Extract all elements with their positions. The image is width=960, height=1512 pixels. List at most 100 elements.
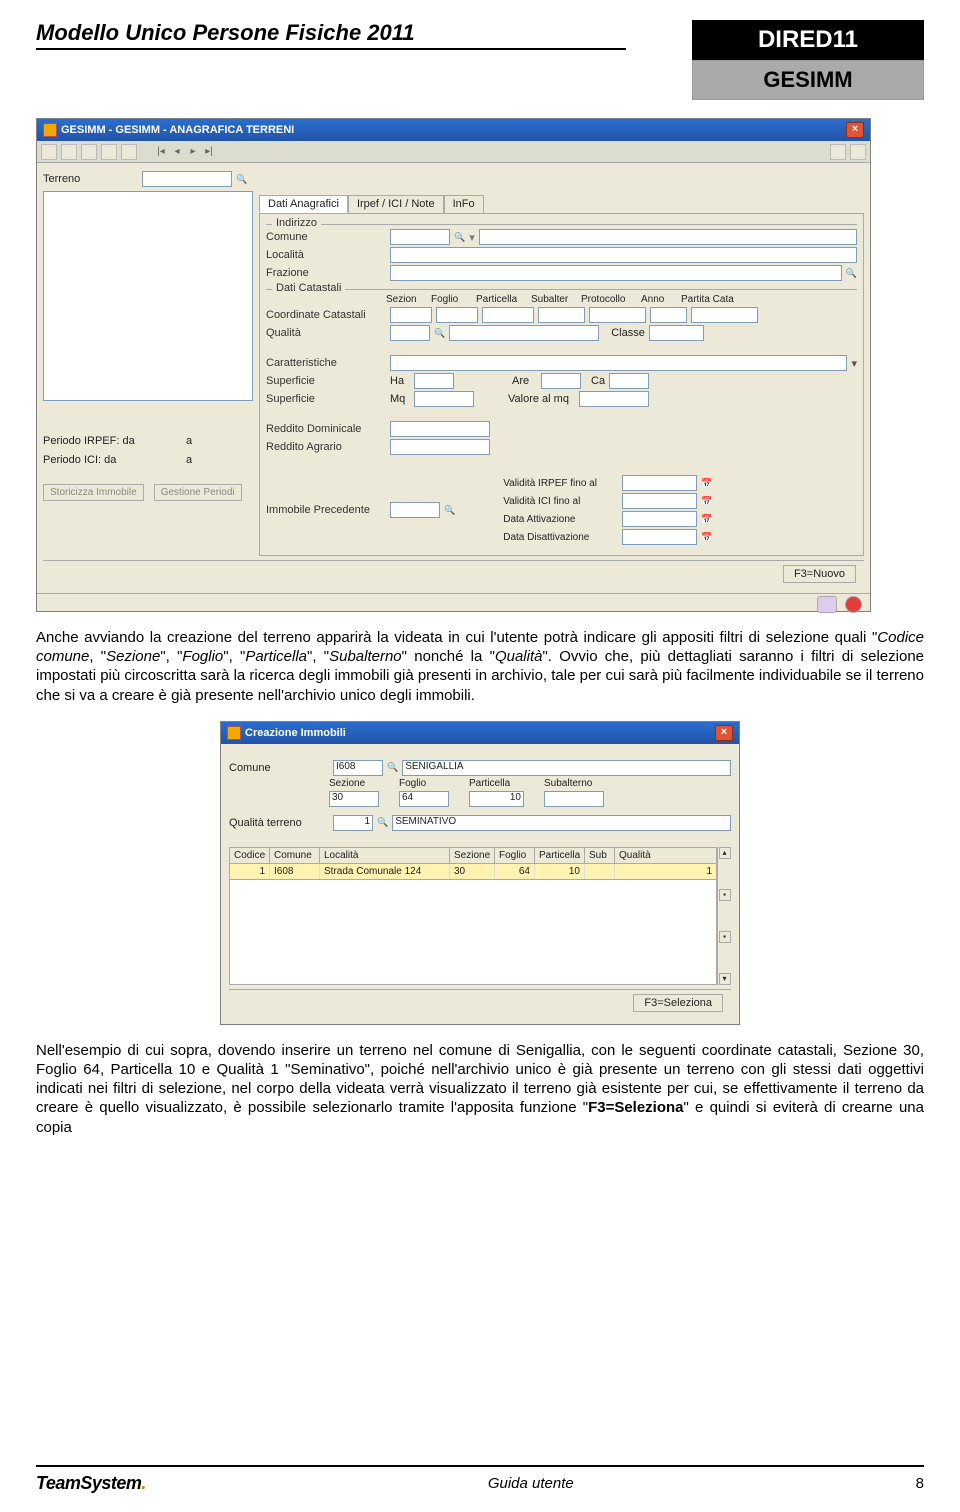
lookup-icon[interactable]: 🔍 (846, 268, 857, 279)
comune-code-input-2[interactable]: I608 (333, 760, 383, 776)
lookup-icon[interactable]: 🔍 (454, 232, 465, 243)
calendar-icon[interactable]: 📅 (701, 496, 712, 507)
sez-input-2[interactable]: 30 (329, 791, 379, 807)
sub-input-2[interactable] (544, 791, 604, 807)
nav-prev-icon[interactable]: ◂ (171, 146, 183, 157)
close-icon[interactable]: × (846, 122, 864, 138)
calendar-icon[interactable]: 📅 (701, 514, 712, 525)
qualita-name-input[interactable] (449, 325, 599, 341)
validita-ici-input[interactable] (622, 493, 697, 509)
data-disattivazione-input[interactable] (622, 529, 697, 545)
tb-btn-4[interactable] (101, 144, 117, 160)
nav-first-icon[interactable]: |◂ (155, 146, 167, 157)
terreno-label: Terreno (43, 173, 138, 185)
storicizza-button[interactable]: Storicizza Immobile (43, 484, 144, 501)
nav-next-icon[interactable]: ▸ (187, 146, 199, 157)
data-attivazione-input[interactable] (622, 511, 697, 527)
scroll-mid2-icon[interactable]: ▪ (719, 931, 731, 943)
comune-name-input[interactable] (479, 229, 857, 245)
localita-input[interactable] (390, 247, 857, 263)
th-qualita: Qualità (615, 848, 716, 863)
validita-ici-label: Validità ICI fino al (503, 496, 618, 507)
lookup-icon[interactable]: 🔍 (444, 505, 455, 516)
are-label: Are (512, 375, 537, 387)
table-empty (229, 880, 717, 985)
qualita-name-input-2[interactable]: SEMINATIVO (392, 815, 731, 831)
f3-nuovo-button[interactable]: F3=Nuovo (783, 565, 856, 583)
th-foglio: Foglio (495, 848, 535, 863)
code-box: DIRED11 (692, 20, 924, 60)
coordinate-label: Coordinate Catastali (266, 309, 386, 321)
tab-dati-anagrafici[interactable]: Dati Anagrafici (259, 195, 348, 213)
binoculars-icon[interactable] (817, 596, 837, 613)
comune-code-input[interactable] (390, 229, 450, 245)
particella-input[interactable] (482, 307, 534, 323)
partita-input[interactable] (691, 307, 758, 323)
reddito-agrario-label: Reddito Agrario (266, 441, 386, 453)
tb-btn-2[interactable] (61, 144, 77, 160)
scroll-down-icon[interactable]: ▾ (719, 973, 731, 985)
sezion-input[interactable] (390, 307, 432, 323)
th-sezione: Sezione (450, 848, 495, 863)
comune-name-input-2[interactable]: SENIGALLIA (402, 760, 731, 776)
comune-label-2: Comune (229, 762, 329, 774)
terreni-list[interactable] (43, 191, 253, 401)
tb-help-icon[interactable] (830, 144, 846, 160)
table-row[interactable]: 1 I608 Strada Comunale 124 30 64 10 1 (229, 864, 717, 880)
ca-input[interactable] (609, 373, 649, 389)
qualita-code-input-2[interactable]: 1 (333, 815, 373, 831)
validita-irpef-input[interactable] (622, 475, 697, 491)
toolbar: |◂ ◂ ▸ ▸| (37, 141, 870, 163)
module-box: GESIMM (692, 60, 924, 100)
reddito-agrario-input[interactable] (390, 439, 490, 455)
lookup-icon[interactable]: 🔍 (434, 328, 445, 339)
part-input-2[interactable]: 10 (469, 791, 524, 807)
tb-extra-icon[interactable] (850, 144, 866, 160)
close-icon[interactable]: × (715, 725, 733, 741)
mq-input[interactable] (414, 391, 474, 407)
stop-icon[interactable] (845, 596, 862, 613)
th-codice: Codice (230, 848, 270, 863)
superficie1-label: Superficie (266, 375, 386, 387)
caratteristiche-input[interactable] (390, 355, 847, 371)
classe-input[interactable] (649, 325, 704, 341)
calendar-icon[interactable]: 📅 (701, 478, 712, 489)
valore-mq-input[interactable] (579, 391, 649, 407)
comune-label: Comune (266, 231, 386, 243)
col-anno: Anno (641, 294, 681, 305)
foglio-input[interactable] (436, 307, 478, 323)
scroll-mid-icon[interactable]: ▪ (719, 889, 731, 901)
qualita-terreno-label: Qualità terreno (229, 817, 329, 829)
f3-seleziona-button[interactable]: F3=Seleziona (633, 994, 723, 1012)
tb-btn-1[interactable] (41, 144, 57, 160)
frazione-input[interactable] (390, 265, 842, 281)
td-particella: 10 (535, 864, 585, 879)
tb-btn-3[interactable] (81, 144, 97, 160)
scroll-up-icon[interactable]: ▴ (719, 847, 731, 859)
tab-irpef-ici-note[interactable]: Irpef / ICI / Note (348, 195, 444, 213)
teamsystem-logo: TeamSystem. (36, 1473, 146, 1494)
subalter-input[interactable] (538, 307, 585, 323)
nav-last-icon[interactable]: ▸| (203, 146, 215, 157)
scrollbar[interactable]: ▴ ▪ ▪ ▾ (717, 847, 731, 985)
calendar-icon[interactable]: 📅 (701, 532, 712, 543)
terreno-code-input[interactable] (142, 171, 232, 187)
fog-input-2[interactable]: 64 (399, 791, 449, 807)
are-input[interactable] (541, 373, 581, 389)
anno-input[interactable] (650, 307, 687, 323)
gestione-periodi-button[interactable]: Gestione Periodi (154, 484, 242, 501)
tabs: Dati Anagrafici Irpef / ICI / Note InFo (259, 195, 864, 213)
lookup-icon[interactable]: 🔍 (236, 174, 247, 185)
lookup-icon[interactable]: 🔍 (387, 762, 398, 773)
window2-title: Creazione Immobili (245, 727, 346, 739)
a-label-1: a (186, 435, 192, 447)
tb-btn-5[interactable] (121, 144, 137, 160)
reddito-dominicale-input[interactable] (390, 421, 490, 437)
protocollo-input[interactable] (589, 307, 646, 323)
ha-input[interactable] (414, 373, 454, 389)
doc-header: Modello Unico Persone Fisiche 2011 DIRED… (36, 20, 924, 100)
tab-info[interactable]: InFo (444, 195, 484, 213)
qualita-code-input[interactable] (390, 325, 430, 341)
immobile-precedente-input[interactable] (390, 502, 440, 518)
lookup-icon[interactable]: 🔍 (377, 817, 388, 828)
